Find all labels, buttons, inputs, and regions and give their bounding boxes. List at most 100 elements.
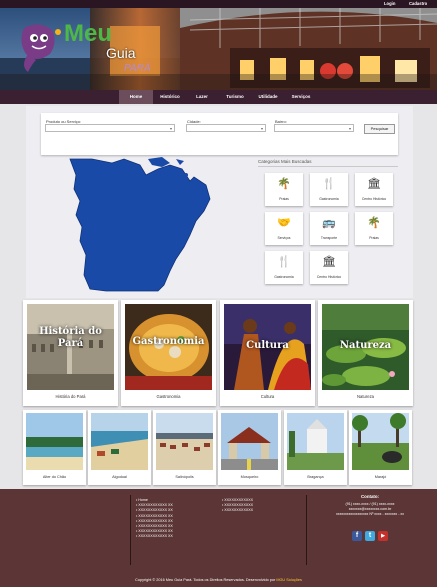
developer-link[interactable]: MGU Soluções xyxy=(276,578,302,582)
place-card-mosqueiro[interactable]: Mosqueiro xyxy=(218,410,281,485)
category-label: Praias xyxy=(279,197,289,201)
signup-link[interactable]: Cadastro xyxy=(409,0,427,8)
category-label: Serviços xyxy=(277,236,291,240)
mascot-icon xyxy=(21,24,61,72)
nav-home[interactable]: Home xyxy=(119,90,153,104)
divider xyxy=(306,495,307,565)
nav-utilidade[interactable]: Utilidade xyxy=(253,90,283,104)
place-caption: Mosqueiro xyxy=(240,475,259,479)
login-link[interactable]: Login xyxy=(384,0,395,8)
footer-links-col1: Home XXXXXXXXXXXX XX XXXXXXXXXXXX XX XXX… xyxy=(136,498,173,540)
place-caption: Alter do Chão xyxy=(42,475,67,479)
nav-historico[interactable]: Histórico xyxy=(155,90,185,104)
palm-tree-icon: 🌴 xyxy=(367,217,381,229)
city-select[interactable]: ▾ xyxy=(186,124,266,132)
category-label: Centro Histórico xyxy=(316,275,342,279)
category-centro-historico[interactable]: 🏛 Centro Histórico xyxy=(355,173,393,206)
featured-card-natureza[interactable]: Natureza Natureza xyxy=(318,300,413,406)
contact-title: Contato: xyxy=(360,494,380,499)
logo-text-region: PARÁ xyxy=(124,63,151,74)
categories-title: Categorias Mais Buscadas xyxy=(258,159,312,164)
featured-caption: História do Pará xyxy=(55,394,86,399)
youtube-icon[interactable]: ▶ xyxy=(378,531,388,541)
divider xyxy=(258,166,398,167)
natureza-photo: Natureza xyxy=(322,304,409,390)
chevron-down-icon: ▾ xyxy=(260,126,263,131)
copyright-text: Copyright © 2016 Meu Guia Pará. Todos os… xyxy=(135,578,276,582)
category-label: Transporte xyxy=(320,236,338,240)
category-label: Gastronomia xyxy=(319,197,339,201)
place-card-alter-do-chao[interactable]: Alter do Chão xyxy=(23,410,86,485)
historia-photo: História do Pará xyxy=(27,304,114,390)
place-caption: Bragança xyxy=(307,475,324,479)
category-transporte[interactable]: 🚌 Transporte xyxy=(310,212,348,245)
category-gastronomia-2[interactable]: 🍴 Gastronomia xyxy=(265,251,303,284)
nav-turismo[interactable]: Turismo xyxy=(220,90,250,104)
algodoal-photo xyxy=(91,413,148,470)
contact-block: Contato: (91) xxxx-xxxx / (91) xxxx-xxxx… xyxy=(320,494,420,517)
marajo-photo xyxy=(352,413,409,470)
category-label: Praias xyxy=(369,236,379,240)
category-praias-2[interactable]: 🌴 Praias xyxy=(355,212,393,245)
divider xyxy=(130,495,131,565)
site-logo[interactable]: Meu Guia PARÁ xyxy=(14,20,164,82)
museum-icon: 🏛 xyxy=(322,256,336,268)
category-label: Gastronomia xyxy=(274,275,294,279)
featured-caption: Gastronomia xyxy=(156,394,181,399)
neighborhood-select[interactable]: ▾ xyxy=(274,124,354,132)
logo-text-guia: Guia xyxy=(106,45,136,61)
featured-caption: Cultura xyxy=(260,394,275,399)
place-caption: Marajó xyxy=(374,475,387,479)
nav-servicos[interactable]: Serviços xyxy=(286,90,316,104)
copyright: Copyright © 2016 Meu Guia Pará. Todos os… xyxy=(0,578,437,582)
place-caption: Algodoal xyxy=(112,475,127,479)
category-label: Centro Histórico xyxy=(361,197,387,201)
featured-overlay-text: História do Pará xyxy=(39,326,102,349)
cultura-photo: Cultura xyxy=(224,304,311,390)
category-centro-historico-2[interactable]: 🏛 Centro Histórico xyxy=(310,251,348,284)
category-praias[interactable]: 🌴 Praias xyxy=(265,173,303,206)
top-bar: Login Cadastro xyxy=(0,0,437,8)
place-card-braganca[interactable]: Bragança xyxy=(284,410,347,485)
featured-overlay-text: Cultura xyxy=(246,340,289,351)
featured-overlay-text: Natureza xyxy=(339,340,392,351)
place-card-algodoal[interactable]: Algodoal xyxy=(88,410,151,485)
museum-icon: 🏛 xyxy=(367,178,381,190)
alter-do-chao-photo xyxy=(26,413,83,470)
facebook-icon[interactable]: f xyxy=(352,531,362,541)
restaurant-icon: 🍴 xyxy=(277,256,291,268)
chevron-down-icon: ▾ xyxy=(169,126,172,131)
search-button[interactable]: Pesquisar xyxy=(364,124,395,134)
product-select[interactable]: ▾ xyxy=(45,124,175,132)
bus-icon: 🚌 xyxy=(322,217,336,229)
twitter-icon[interactable]: t xyxy=(365,531,375,541)
featured-card-historia[interactable]: História do Pará História do Pará xyxy=(23,300,118,406)
place-caption: Salinópolis xyxy=(175,475,194,479)
footer-links-col2: XXXXXXXXXXXX XXXXXXXXXXXX XXXXXXXXXXXX xyxy=(222,498,253,514)
category-gastronomia[interactable]: 🍴 Gastronomia xyxy=(310,173,348,206)
main-nav: Home Histórico Lazer Turismo Utilidade S… xyxy=(0,90,437,104)
chevron-down-icon: ▾ xyxy=(348,126,351,131)
featured-card-gastronomia[interactable]: Gastronomia Gastronomia xyxy=(121,300,216,406)
featured-card-cultura[interactable]: Cultura Cultura xyxy=(220,300,315,406)
contact-address: xxxxxxxxxxxxxxxxxx Nº xxxx - xxxxxxx - x… xyxy=(336,512,404,516)
place-card-marajo[interactable]: Marajó xyxy=(349,410,412,485)
salinopolis-photo xyxy=(156,413,213,470)
featured-caption: Natureza xyxy=(357,394,374,399)
para-state-map[interactable] xyxy=(66,155,216,295)
mosqueiro-photo xyxy=(221,413,278,470)
category-servicos[interactable]: 🤝 Serviços xyxy=(265,212,303,245)
place-card-salinopolis[interactable]: Salinópolis xyxy=(153,410,216,485)
hero-banner: Meu Guia PARÁ xyxy=(0,8,437,90)
footer-link[interactable]: XXXXXXXXXXXX xyxy=(222,508,253,513)
featured-overlay-text: Gastronomia xyxy=(132,336,205,347)
braganca-photo xyxy=(287,413,344,470)
restaurant-icon: 🍴 xyxy=(322,178,336,190)
nav-lazer[interactable]: Lazer xyxy=(190,90,214,104)
footer-link[interactable]: XXXXXXXXXXXX XX xyxy=(136,508,173,513)
gastronomia-photo: Gastronomia xyxy=(125,304,212,390)
palm-tree-icon: 🌴 xyxy=(277,178,291,190)
logo-text-meu: Meu xyxy=(64,20,112,47)
footer-link[interactable]: XXXXXXXXXXXX XX xyxy=(136,534,173,539)
handshake-icon: 🤝 xyxy=(277,217,291,229)
